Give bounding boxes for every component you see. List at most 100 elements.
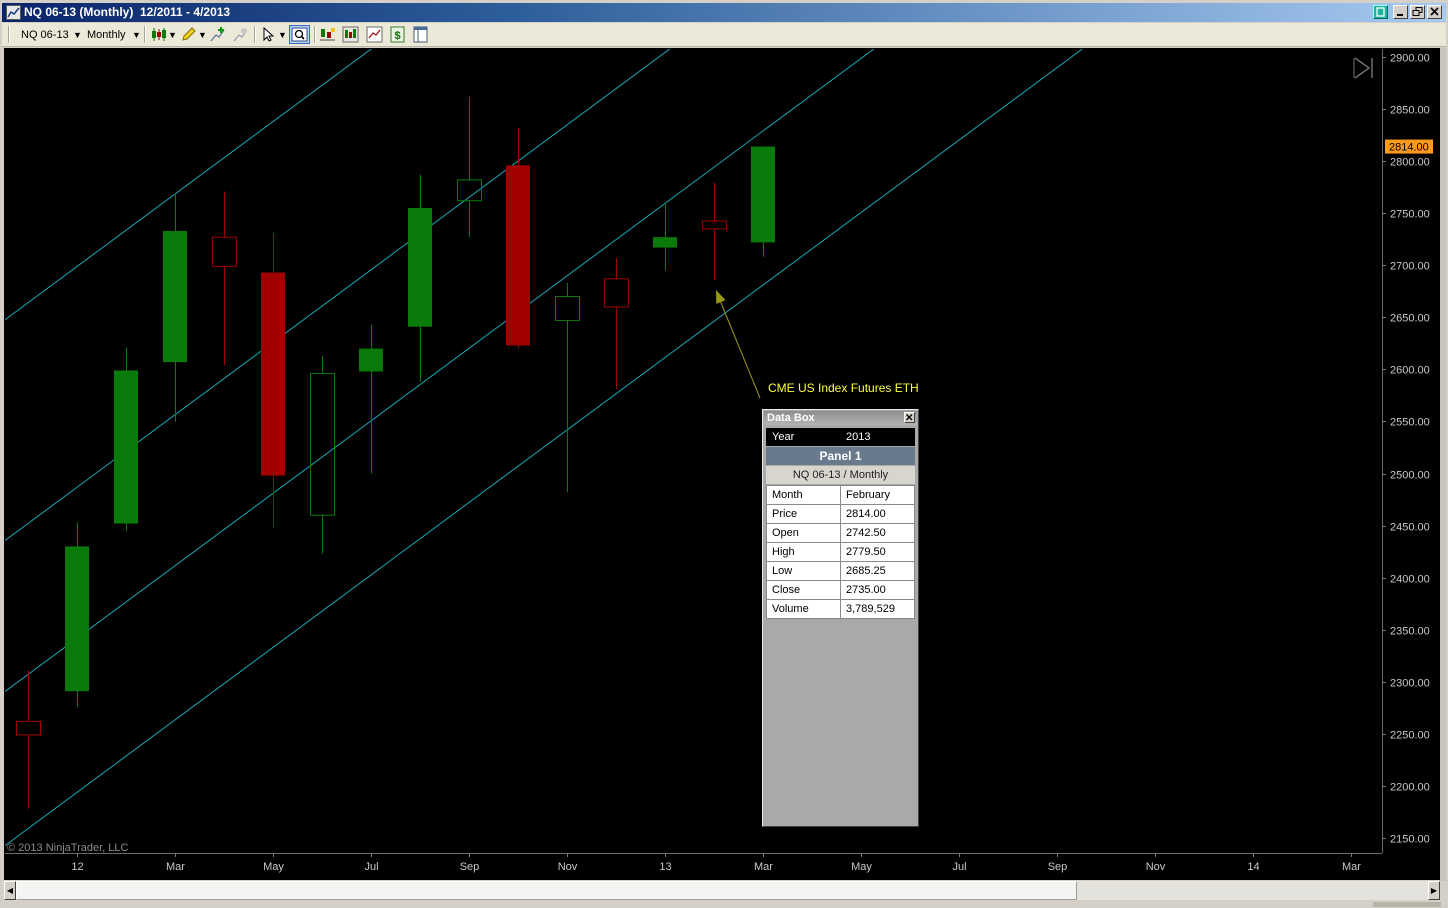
instrument-dropdown[interactable]: NQ 06-13 xyxy=(21,28,69,42)
x-tick-label: Nov xyxy=(1146,861,1166,873)
candle-body[interactable] xyxy=(506,165,530,346)
row-label: Low xyxy=(766,561,841,581)
y-tick-label: 2350.00 xyxy=(1390,626,1430,638)
data-box-title: Data Box xyxy=(767,412,815,424)
x-tick-label: Nov xyxy=(558,861,578,873)
y-tick-label: 2250.00 xyxy=(1390,730,1430,742)
strategy-icon[interactable] xyxy=(232,26,249,43)
y-tick-label: 2200.00 xyxy=(1390,782,1430,794)
table-row: High 2779.50 xyxy=(766,542,915,562)
x-tick-label: Mar xyxy=(1342,861,1361,873)
row-label: High xyxy=(766,542,841,562)
data-box-title-bar[interactable]: Data Box xyxy=(764,411,917,425)
candle[interactable] xyxy=(114,347,138,531)
y-tick-label: 2450.00 xyxy=(1390,522,1430,534)
chart-toolbar: NQ 06-13 ▼ Monthly ▼ ▼ ▼ ▼ $ xyxy=(2,23,1446,47)
chart-properties-icon[interactable] xyxy=(319,26,336,43)
row-value: 2742.50 xyxy=(840,523,915,543)
window-title: NQ 06-13 (Monthly) 12/2011 - 4/2013 xyxy=(24,5,231,19)
row-value: 3,789,529 xyxy=(840,599,915,619)
table-row: Low 2685.25 xyxy=(766,561,915,581)
row-value: 2685.25 xyxy=(840,561,915,581)
y-tick-label: 2600.00 xyxy=(1390,365,1430,377)
x-tick-label: 13 xyxy=(659,861,671,873)
x-tick-label: 14 xyxy=(1247,861,1259,873)
x-tick-label: Sep xyxy=(460,861,480,873)
pencil-drawing-icon[interactable] xyxy=(180,26,197,43)
x-tick-label: Mar xyxy=(754,861,773,873)
x-tick-label: May xyxy=(263,861,284,873)
chevron-down-icon[interactable]: ▼ xyxy=(168,28,177,42)
copyright-text: © 2013 NinjaTrader, LLC xyxy=(7,842,128,854)
window-title-bar[interactable]: NQ 06-13 (Monthly) 12/2011 - 4/2013 xyxy=(2,3,1446,22)
row-value: 2779.50 xyxy=(840,542,915,562)
y-tick-label: 2900.00 xyxy=(1390,53,1430,65)
chart-trader-icon[interactable] xyxy=(366,26,383,43)
dollar-icon[interactable]: $ xyxy=(389,26,406,43)
row-label: Close xyxy=(766,580,841,600)
data-box-year-row: Year 2013 xyxy=(766,428,915,446)
window-layout-icon[interactable] xyxy=(412,26,429,43)
right-frame xyxy=(1440,48,1446,881)
chevron-down-icon[interactable]: ▼ xyxy=(198,28,207,42)
toolbar-separator xyxy=(144,26,146,43)
y-tick-label: 2750.00 xyxy=(1390,209,1430,221)
data-box-table: Month February Price 2814.00 Open 2742.50 H… xyxy=(766,485,915,619)
candle-body[interactable] xyxy=(114,370,138,524)
table-row: Close 2735.00 xyxy=(766,580,915,600)
candle-body[interactable] xyxy=(653,237,677,248)
candle[interactable] xyxy=(65,522,89,707)
period-dropdown[interactable]: Monthly xyxy=(87,28,126,42)
scroll-right-icon[interactable]: ▶ xyxy=(1428,881,1440,900)
price-chart[interactable]: 2900.00 2850.00 2800.00 2750.00 2700.00 2650.… xyxy=(4,48,1440,880)
candlestick-style-icon[interactable] xyxy=(150,26,167,43)
candle-body[interactable] xyxy=(359,348,383,372)
series-header: NQ 06-13 / Monthly xyxy=(766,466,915,484)
row-value: 2814.00 xyxy=(840,504,915,524)
candle-body[interactable] xyxy=(751,146,775,243)
row-label: Open xyxy=(766,523,841,543)
year-value: 2013 xyxy=(846,431,871,443)
panel-header: Panel 1 xyxy=(766,447,915,465)
candle-body[interactable] xyxy=(163,230,187,363)
y-tick-label: 2550.00 xyxy=(1390,417,1430,429)
pointer-icon[interactable] xyxy=(260,26,277,43)
row-label: Month xyxy=(766,485,841,505)
candle[interactable] xyxy=(751,146,775,257)
app-chart-icon[interactable] xyxy=(6,5,21,20)
y-tick-label: 2700.00 xyxy=(1390,261,1430,273)
add-indicator-icon[interactable] xyxy=(209,26,226,43)
x-tick-label: Mar xyxy=(166,861,185,873)
scroll-left-icon[interactable]: ◀ xyxy=(4,881,16,900)
row-label: Price xyxy=(766,504,841,524)
chevron-down-icon[interactable]: ▼ xyxy=(132,28,141,42)
data-box-close-button[interactable] xyxy=(904,412,915,423)
table-row: Volume 3,789,529 xyxy=(766,599,915,619)
toolbar-grip xyxy=(8,26,10,43)
y-tick-label: 2850.00 xyxy=(1390,105,1430,117)
minimize-button[interactable] xyxy=(1393,5,1408,19)
y-tick-label: 2400.00 xyxy=(1390,574,1430,586)
link-icon[interactable] xyxy=(1373,5,1388,19)
y-tick-label: 2300.00 xyxy=(1390,678,1430,690)
toolbar-separator xyxy=(314,26,316,43)
row-value: 2735.00 xyxy=(840,580,915,600)
last-price-label: 2814.00 xyxy=(1389,142,1429,154)
data-box-window[interactable]: Data Box Year 2013 Panel 1 NQ 06-13 / Mo… xyxy=(762,409,919,827)
y-tick-label: 2800.00 xyxy=(1390,157,1430,169)
restore-button[interactable] xyxy=(1410,5,1425,19)
x-tick-label: May xyxy=(851,861,872,873)
chevron-down-icon[interactable]: ▼ xyxy=(73,28,82,42)
table-row: Month February xyxy=(766,485,915,505)
close-button[interactable] xyxy=(1427,5,1442,19)
candle-body[interactable] xyxy=(408,207,432,327)
chart-background xyxy=(4,48,1440,880)
zoom-box-icon[interactable] xyxy=(289,25,310,44)
horizontal-scrollbar[interactable]: ◀ ▶ xyxy=(4,881,1440,900)
chevron-down-icon[interactable]: ▼ xyxy=(278,28,287,42)
scrollbar-thumb[interactable] xyxy=(16,881,1077,900)
bar-type-icon[interactable] xyxy=(342,26,359,43)
candle-body[interactable] xyxy=(261,272,285,476)
candle-body[interactable] xyxy=(65,546,89,692)
annotation-text[interactable]: CME US Index Futures ETH xyxy=(768,381,919,395)
